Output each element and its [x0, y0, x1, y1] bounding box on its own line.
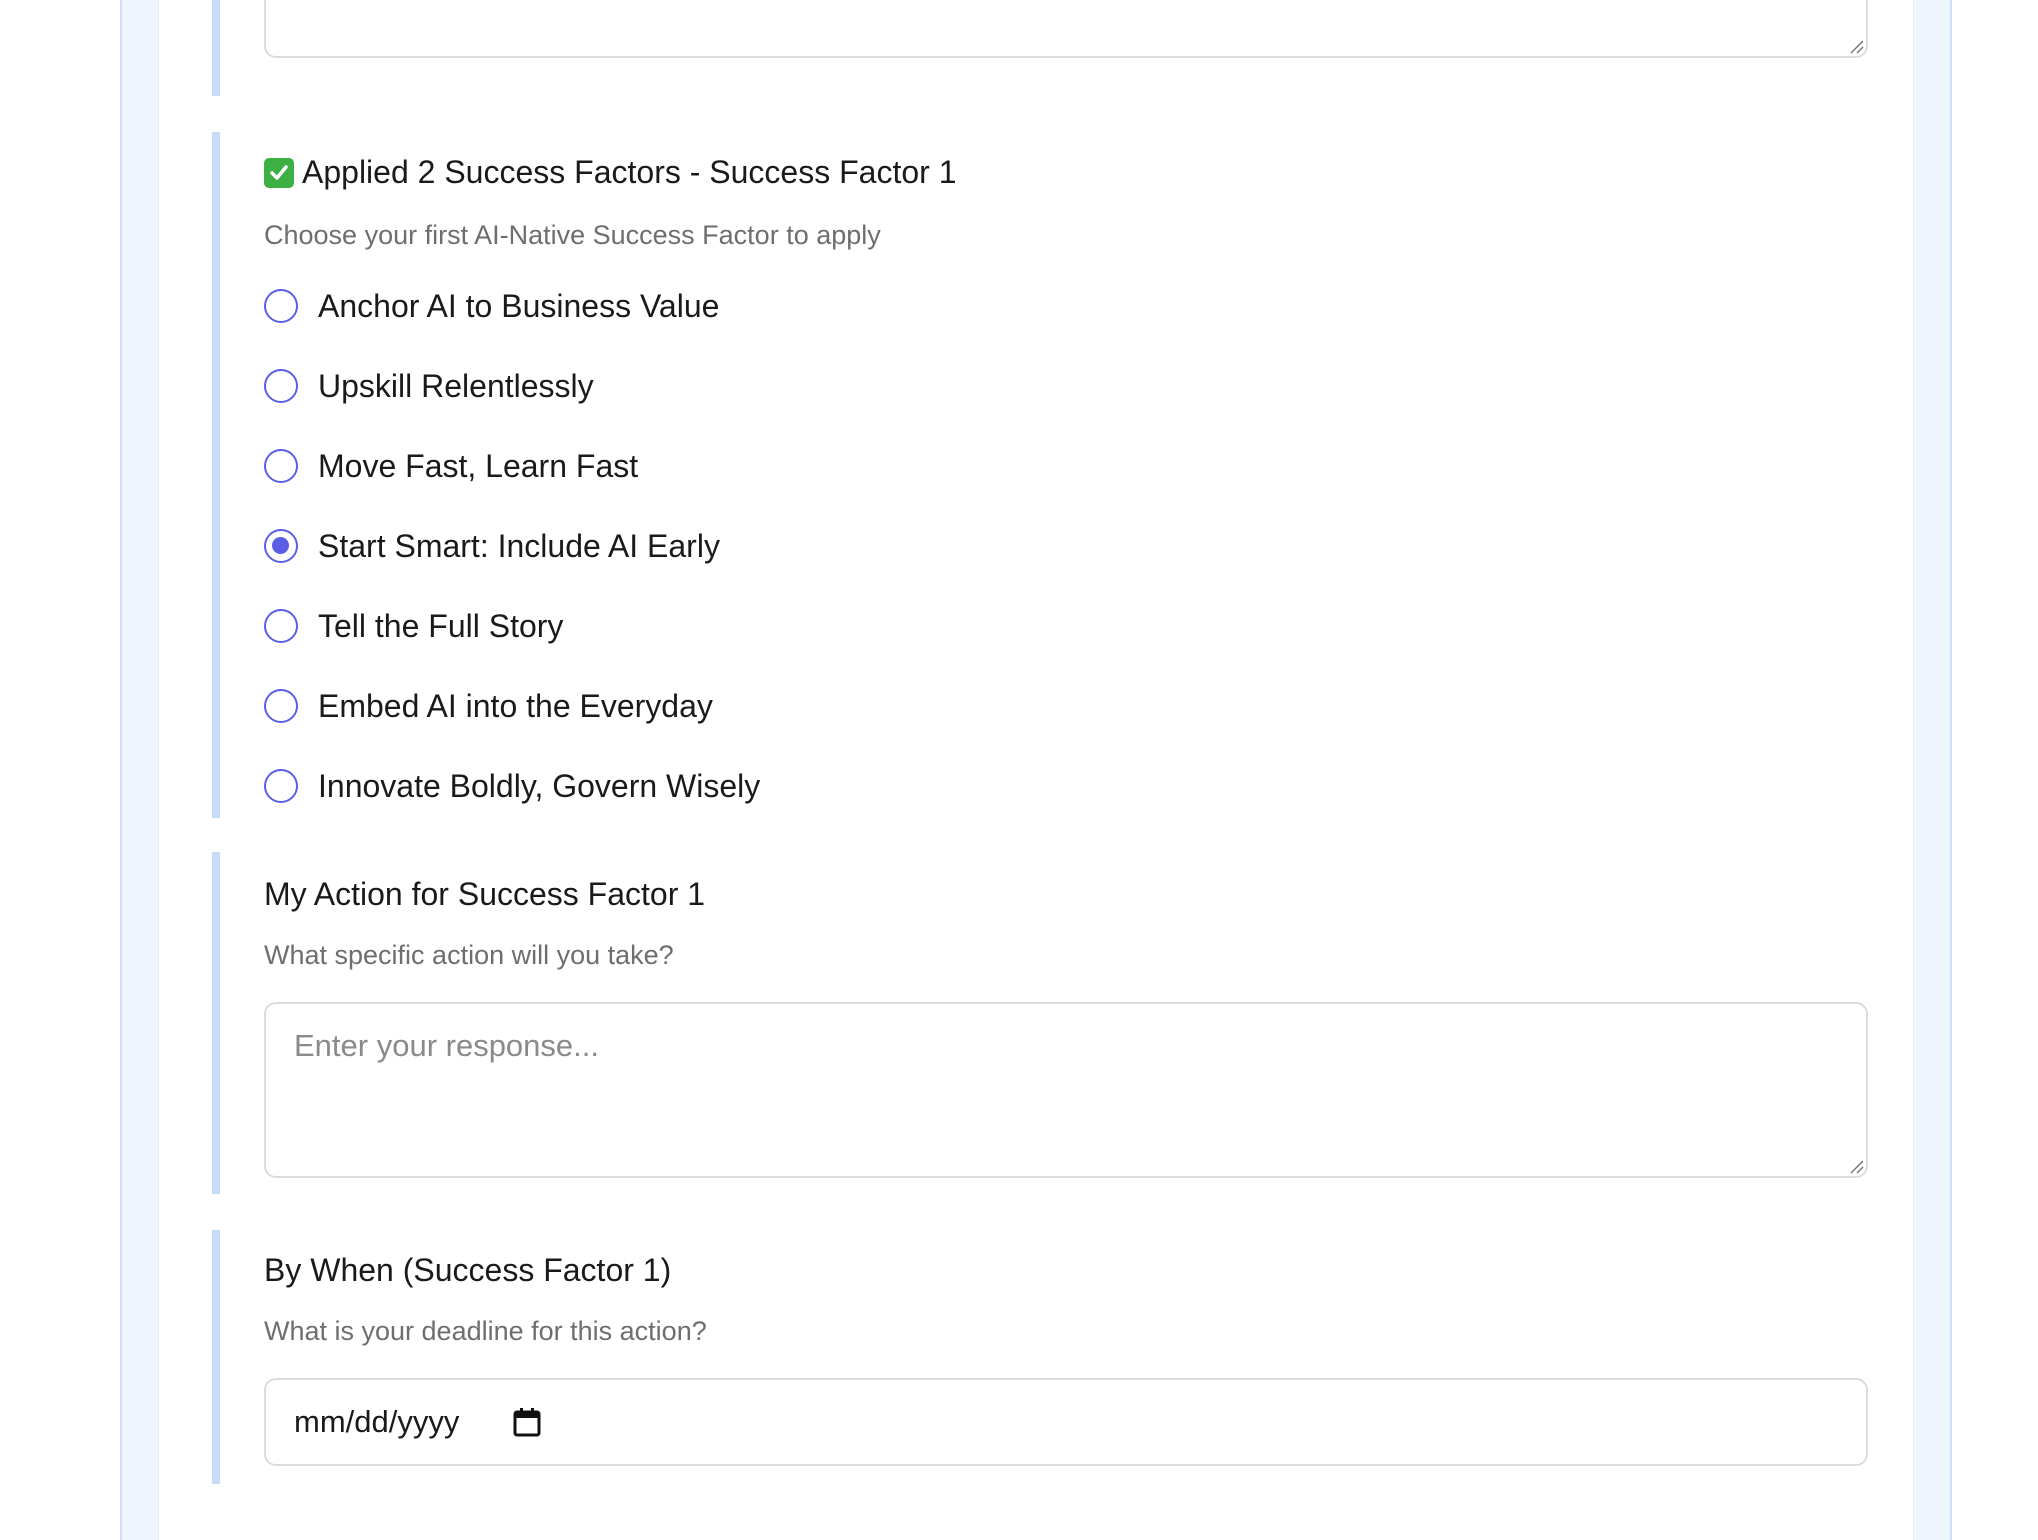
- radio-button[interactable]: [264, 689, 298, 723]
- option-label: Move Fast, Learn Fast: [318, 447, 639, 484]
- success-factor-subtitle: Choose your first AI-Native Success Fact…: [264, 220, 881, 250]
- calendar-icon[interactable]: [513, 1407, 541, 1437]
- option-innovate-boldly[interactable]: Innovate Boldly, Govern Wisely: [264, 764, 760, 808]
- radio-button[interactable]: [264, 769, 298, 803]
- option-label: Upskill Relentlessly: [318, 367, 594, 404]
- option-embed-ai[interactable]: Embed AI into the Everyday: [264, 684, 713, 728]
- page: Applied 2 Success Factors - Success Fact…: [0, 0, 2038, 1540]
- option-start-smart[interactable]: Start Smart: Include AI Early: [264, 524, 720, 568]
- option-full-story[interactable]: Tell the Full Story: [264, 604, 563, 648]
- radio-button-selected[interactable]: [264, 529, 298, 563]
- option-label: Tell the Full Story: [318, 607, 564, 644]
- action-title: My Action for Success Factor 1: [264, 876, 706, 912]
- option-upskill[interactable]: Upskill Relentlessly: [264, 364, 594, 408]
- success-factor-section: Applied 2 Success Factors - Success Fact…: [212, 132, 1862, 818]
- resize-grip-icon[interactable]: [1848, 38, 1864, 54]
- previous-response-textarea[interactable]: [264, 0, 1868, 58]
- date-placeholder: mm/dd/yyyy: [294, 1404, 460, 1439]
- deadline-title: By When (Success Factor 1): [264, 1252, 672, 1288]
- success-factor-title-text: Applied 2 Success Factors - Success Fact…: [302, 154, 957, 190]
- radio-button[interactable]: [264, 369, 298, 403]
- option-label: Start Smart: Include AI Early: [318, 527, 720, 564]
- option-label: Innovate Boldly, Govern Wisely: [318, 767, 761, 804]
- previous-question-section: [212, 0, 1868, 96]
- option-label: Embed AI into the Everyday: [318, 687, 713, 724]
- radio-button[interactable]: [264, 609, 298, 643]
- action-subtitle: What specific action will you take?: [264, 940, 674, 970]
- option-anchor-ai[interactable]: Anchor AI to Business Value: [264, 284, 719, 328]
- option-label: Anchor AI to Business Value: [318, 287, 720, 324]
- check-mark-icon: [264, 157, 294, 188]
- resize-grip-icon[interactable]: [1848, 1158, 1864, 1174]
- success-factor-title: Applied 2 Success Factors - Success Fact…: [264, 154, 956, 191]
- option-move-fast[interactable]: Move Fast, Learn Fast: [264, 444, 638, 488]
- deadline-subtitle: What is your deadline for this action?: [264, 1316, 707, 1346]
- action-response-textarea[interactable]: [264, 1002, 1868, 1178]
- action-section: My Action for Success Factor 1 What spec…: [212, 852, 1868, 1194]
- radio-button[interactable]: [264, 289, 298, 323]
- deadline-section: By When (Success Factor 1) What is your …: [212, 1230, 1868, 1484]
- deadline-date-input[interactable]: mm/dd/yyyy: [264, 1378, 1868, 1466]
- radio-button[interactable]: [264, 449, 298, 483]
